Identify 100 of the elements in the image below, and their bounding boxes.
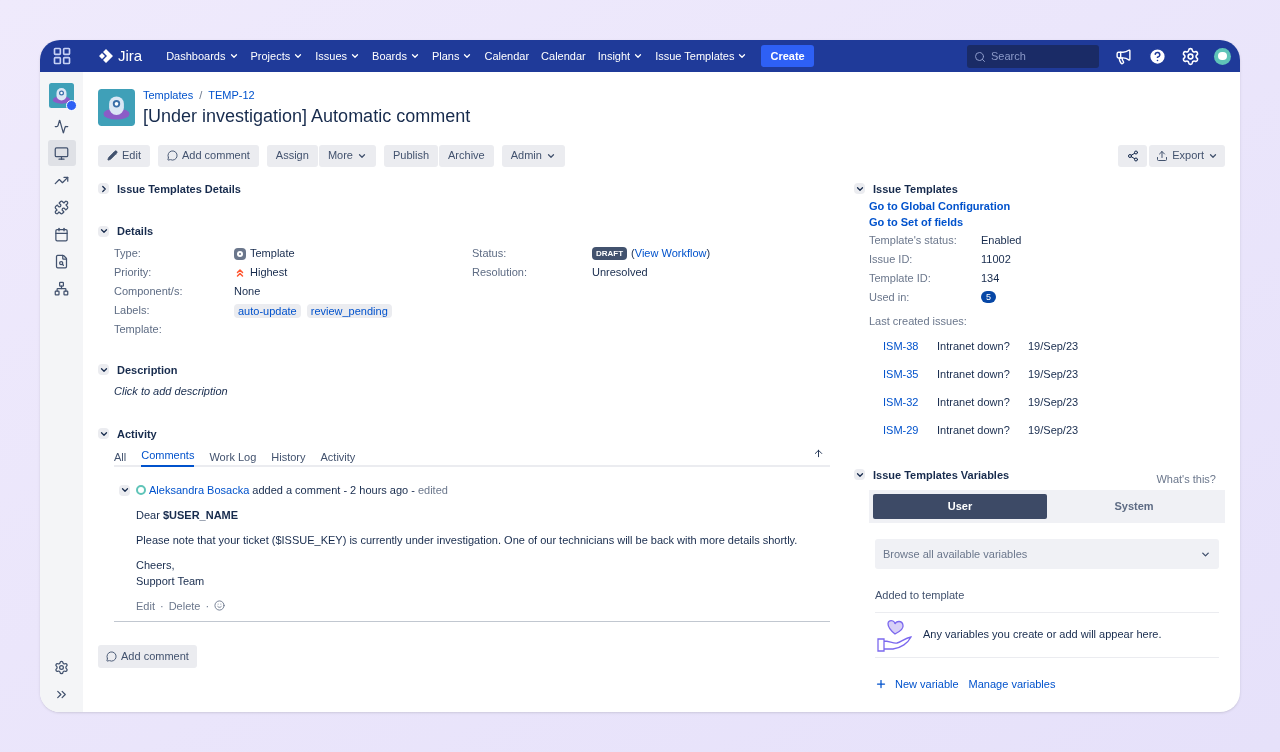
toolbar-button[interactable]: Assign: [266, 144, 318, 167]
template-avatar: [98, 88, 135, 126]
variable-type-tab[interactable]: User: [873, 494, 1047, 519]
activity-tab[interactable]: History: [271, 448, 306, 467]
emoji-reaction-icon[interactable]: [214, 600, 226, 612]
issue-key-link[interactable]: ISM-38: [883, 338, 937, 355]
activity-tab[interactable]: Activity: [320, 448, 356, 467]
label-tag[interactable]: auto-update: [234, 303, 301, 318]
nav-menu-item[interactable]: Calendar: [478, 44, 536, 68]
toggle-icon[interactable]: [119, 484, 130, 496]
nav-menu-item[interactable]: Calendar: [535, 44, 592, 68]
field-label: Status:: [472, 246, 508, 262]
settings-icon[interactable]: [54, 660, 69, 675]
field-label: Type:: [114, 246, 142, 262]
breadcrumb-separator: /: [199, 88, 203, 103]
field-label: Template's status:: [869, 232, 958, 248]
field-value: 134: [981, 270, 1000, 286]
variable-type-tab[interactable]: System: [1047, 494, 1221, 519]
sidebar-tool-button[interactable]: [47, 140, 76, 166]
sort-arrow-icon[interactable]: [813, 448, 824, 459]
issue-date: 19/Sep/23: [1028, 367, 1079, 383]
label-tag[interactable]: review_pending: [306, 303, 392, 318]
nav-menu-item[interactable]: Plans: [425, 44, 479, 68]
create-button[interactable]: Create: [761, 45, 814, 67]
toggle-icon[interactable]: [98, 428, 109, 440]
breadcrumb-link[interactable]: TEMP-12: [208, 87, 255, 104]
issue-summary: Intranet down?: [937, 423, 1011, 439]
toggle-icon[interactable]: [98, 364, 109, 376]
share-icon: [1126, 149, 1139, 162]
jira-logo[interactable]: Jira: [118, 44, 143, 68]
nav-menu-item[interactable]: Dashboards: [160, 44, 245, 68]
comment-author-link[interactable]: Aleksandra Bosacka: [149, 482, 250, 499]
comment-action-link[interactable]: Edit: [136, 597, 155, 614]
toolbar-button[interactable]: Admin: [501, 144, 565, 167]
activity-tab[interactable]: Work Log: [209, 448, 257, 467]
toggle-icon[interactable]: [98, 225, 109, 237]
issue-key-link[interactable]: ISM-29: [883, 422, 937, 439]
browse-variables-dropdown[interactable]: Browse all available variables: [875, 539, 1219, 569]
chat-badge-icon: [66, 100, 77, 111]
toolbar-button[interactable]: Add comment: [157, 144, 259, 167]
configuration-link[interactable]: Go to Set of fields: [869, 215, 964, 229]
new-variable-button[interactable]: New variable: [875, 675, 959, 692]
puzzle-icon: [54, 199, 69, 215]
search-icon: [974, 50, 986, 63]
nav-menu-item[interactable]: Projects: [244, 44, 310, 68]
issue-key-link[interactable]: ISM-32: [883, 394, 937, 411]
issue-key-link[interactable]: ISM-35: [883, 366, 937, 383]
comment-action-link[interactable]: Delete: [168, 597, 201, 614]
comment-paragraph: Cheers, Support Team: [136, 557, 206, 589]
manage-variables-link[interactable]: Manage variables: [968, 675, 1056, 692]
activity-tab[interactable]: Comments: [141, 446, 195, 467]
priority-icon: [234, 266, 246, 279]
nav-menu-item[interactable]: Issue Templates: [649, 44, 754, 68]
toolbar-button[interactable]: More: [318, 144, 376, 167]
add-comment-button[interactable]: Add comment: [98, 645, 197, 668]
export-button[interactable]: Export: [1149, 144, 1225, 167]
breadcrumb-link[interactable]: Templates: [143, 87, 194, 104]
description-placeholder[interactable]: Click to add description: [98, 383, 832, 400]
configuration-link[interactable]: Go to Global Configuration: [869, 199, 1011, 213]
section-title: Description: [117, 362, 178, 378]
issue-summary: Intranet down?: [937, 339, 1011, 355]
whats-this-link[interactable]: What's this?: [1156, 470, 1216, 487]
section-title: Issue Templates Variables: [873, 467, 1010, 483]
plus-icon: [875, 677, 887, 690]
field-label: Template:: [114, 322, 163, 338]
field-label: Issue ID:: [869, 251, 914, 267]
issue-summary: Intranet down?: [937, 395, 1011, 411]
nav-menu-item[interactable]: Boards: [366, 44, 426, 68]
toggle-icon[interactable]: [854, 183, 865, 195]
activity-tab[interactable]: All: [114, 448, 127, 467]
upload-icon: [1156, 149, 1169, 162]
template-icon: [234, 247, 246, 260]
field-value: Enabled: [981, 232, 1022, 248]
nav-menu-item[interactable]: Issues: [309, 44, 367, 68]
parenthesis: (: [631, 246, 635, 262]
toolbar-button[interactable]: Archive: [439, 144, 494, 167]
field-value: 11002: [981, 251, 1011, 267]
field-label: Template ID:: [869, 270, 932, 286]
section-title: Issue Templates Details: [117, 181, 241, 197]
nav-menu-item[interactable]: Insight: [591, 44, 650, 68]
share-button[interactable]: [1118, 144, 1148, 167]
status-badge: DRAFT: [592, 247, 628, 260]
user-avatar[interactable]: [1214, 47, 1231, 65]
help-icon[interactable]: [1148, 46, 1167, 66]
separator-dot: ·: [205, 598, 210, 614]
section-title: Details: [117, 224, 154, 239]
toolbar-button[interactable]: Publish: [383, 144, 438, 167]
view-workflow-link[interactable]: View Workflow: [634, 245, 707, 262]
project-avatar: [49, 83, 74, 108]
toggle-icon[interactable]: [98, 183, 109, 195]
pulse-icon: [54, 118, 69, 134]
megaphone-icon[interactable]: [1115, 47, 1132, 65]
field-label: Component/s:: [114, 284, 184, 300]
comment-icon: [166, 150, 178, 161]
field-label: Resolution:: [472, 265, 529, 281]
pencil-icon: [107, 150, 118, 161]
toolbar-button[interactable]: Edit: [98, 144, 150, 167]
app-switcher-icon[interactable]: [52, 46, 72, 66]
toggle-icon[interactable]: [854, 469, 865, 481]
search-field[interactable]: Search: [967, 44, 1099, 68]
